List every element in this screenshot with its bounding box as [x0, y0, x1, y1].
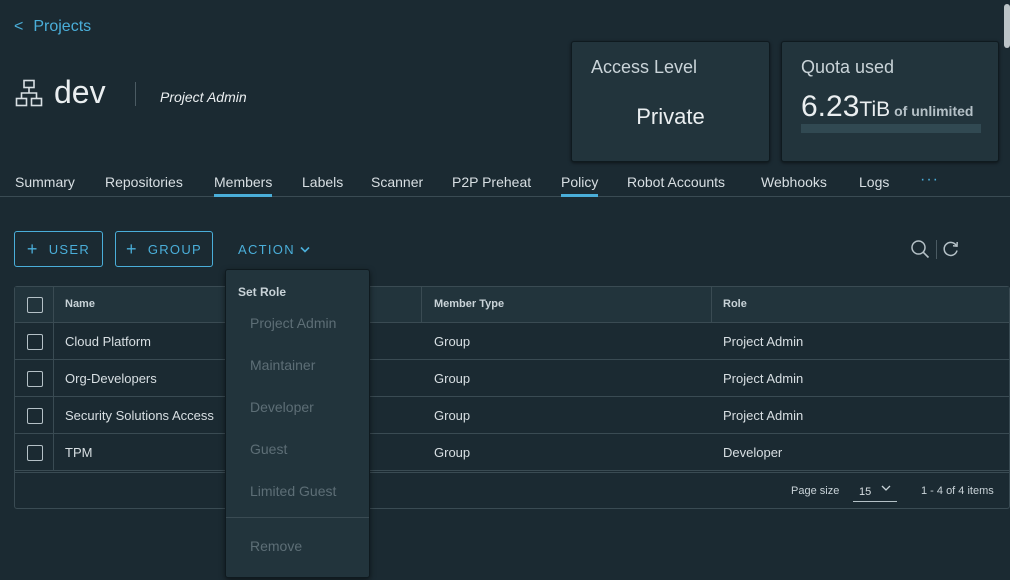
- action-dropdown-menu: Set Role Project Admin Maintainer Develo…: [225, 269, 370, 578]
- member-name: Security Solutions Access: [65, 408, 214, 423]
- row-divider: [53, 323, 54, 360]
- select-all-checkbox[interactable]: [27, 297, 43, 313]
- tab-scanner[interactable]: Scanner: [371, 174, 423, 197]
- table-row[interactable]: Security Solutions Access Group Project …: [15, 397, 1009, 434]
- member-role: Project Admin: [723, 371, 804, 386]
- quota-limit: of unlimited: [894, 103, 974, 119]
- row-divider: [53, 397, 54, 434]
- chevron-down-icon: [881, 485, 891, 491]
- menu-header-set-role: Set Role: [238, 285, 287, 299]
- add-group-button[interactable]: + GROUP: [115, 231, 213, 267]
- row-divider: [53, 434, 54, 471]
- tab-policy[interactable]: Policy: [561, 174, 599, 197]
- row-checkbox[interactable]: [27, 445, 43, 461]
- menu-item-project-admin[interactable]: Project Admin: [250, 315, 336, 331]
- tab-members[interactable]: Members: [214, 174, 273, 197]
- page-size-select[interactable]: 15: [853, 482, 897, 502]
- members-table: Name Member Type Role Cloud Platform Gro…: [14, 286, 1010, 509]
- action-label: ACTION: [238, 242, 295, 257]
- member-type: Group: [434, 408, 471, 423]
- pagination-count: 1 - 4 of 4 items: [921, 485, 994, 497]
- quota-title: Quota used: [801, 57, 895, 77]
- column-divider: [421, 287, 422, 323]
- page-size-label: Page size: [791, 485, 840, 497]
- tab-webhooks[interactable]: Webhooks: [761, 174, 827, 197]
- member-name: Cloud Platform: [65, 334, 151, 349]
- breadcrumb-label: Projects: [33, 18, 92, 35]
- tab-repositories[interactable]: Repositories: [105, 174, 183, 197]
- chevron-left-icon: <: [14, 18, 24, 35]
- quota-card: Quota used 6.23TiB of unlimited: [781, 41, 999, 162]
- row-checkbox[interactable]: [27, 371, 43, 387]
- plus-icon: +: [26, 238, 39, 259]
- add-user-button[interactable]: + USER: [14, 231, 103, 267]
- page-size-value: 15: [859, 486, 872, 498]
- member-name: Org-Developers: [65, 371, 157, 386]
- project-name: dev: [54, 74, 106, 110]
- access-level-value: Private: [636, 104, 705, 129]
- menu-item-guest[interactable]: Guest: [250, 441, 287, 457]
- member-type: Group: [434, 371, 471, 386]
- search-icon[interactable]: [910, 239, 930, 259]
- project-tree-icon: [15, 79, 43, 107]
- project-tabs: Summary Repositories Members Labels Scan…: [0, 162, 1010, 197]
- refresh-icon[interactable]: [942, 239, 960, 259]
- menu-item-maintainer[interactable]: Maintainer: [250, 357, 315, 373]
- add-group-label: GROUP: [147, 241, 202, 257]
- title-divider: [135, 82, 136, 106]
- action-dropdown-button[interactable]: ACTION: [238, 242, 310, 257]
- add-user-label: USER: [48, 241, 91, 257]
- tab-summary[interactable]: Summary: [15, 174, 75, 197]
- menu-item-developer[interactable]: Developer: [250, 399, 314, 415]
- quota-usage: 6.23TiB of unlimited: [801, 90, 973, 124]
- tab-logs[interactable]: Logs: [859, 174, 889, 197]
- plus-icon: +: [126, 238, 138, 259]
- tab-robot-accounts[interactable]: Robot Accounts: [627, 174, 725, 197]
- toolbar-divider: [936, 240, 937, 259]
- quota-unit: TiB: [859, 98, 891, 121]
- menu-item-limited-guest[interactable]: Limited Guest: [250, 483, 336, 499]
- table-row[interactable]: Org-Developers Group Project Admin: [15, 360, 1009, 397]
- more-tabs-icon[interactable]: ···: [920, 171, 939, 189]
- tab-labels[interactable]: Labels: [302, 174, 343, 197]
- column-header-member-type[interactable]: Member Type: [434, 298, 504, 310]
- menu-divider: [226, 517, 369, 518]
- column-divider: [711, 287, 712, 323]
- tab-p2p-preheat[interactable]: P2P Preheat: [452, 174, 531, 197]
- column-header-role[interactable]: Role: [723, 298, 747, 310]
- column-header-name[interactable]: Name: [65, 298, 95, 310]
- table-row[interactable]: TPM Group Developer: [15, 434, 1009, 471]
- page-scrollbar[interactable]: [1004, 4, 1010, 48]
- quota-progress-bar: [801, 124, 981, 133]
- chevron-down-icon: [300, 246, 310, 253]
- member-type: Group: [434, 445, 471, 460]
- member-type: Group: [434, 334, 471, 349]
- member-role: Developer: [723, 445, 783, 460]
- row-checkbox[interactable]: [27, 334, 43, 350]
- table-header: Name Member Type Role: [15, 287, 1009, 323]
- row-divider: [53, 360, 54, 397]
- table-footer: Page size 15 1 - 4 of 4 items: [15, 472, 1009, 508]
- table-row[interactable]: Cloud Platform Group Project Admin: [15, 323, 1009, 360]
- menu-item-remove[interactable]: Remove: [250, 538, 302, 554]
- access-level-card: Access Level Private: [571, 41, 770, 162]
- breadcrumb-projects-link[interactable]: < Projects: [14, 18, 91, 36]
- column-divider: [53, 287, 54, 323]
- quota-amount: 6.23: [801, 90, 860, 123]
- row-checkbox[interactable]: [27, 408, 43, 424]
- project-role: Project Admin: [160, 89, 247, 105]
- access-level-title: Access Level: [591, 57, 698, 77]
- member-role: Project Admin: [723, 408, 804, 423]
- member-role: Project Admin: [723, 334, 804, 349]
- member-name: TPM: [65, 445, 93, 460]
